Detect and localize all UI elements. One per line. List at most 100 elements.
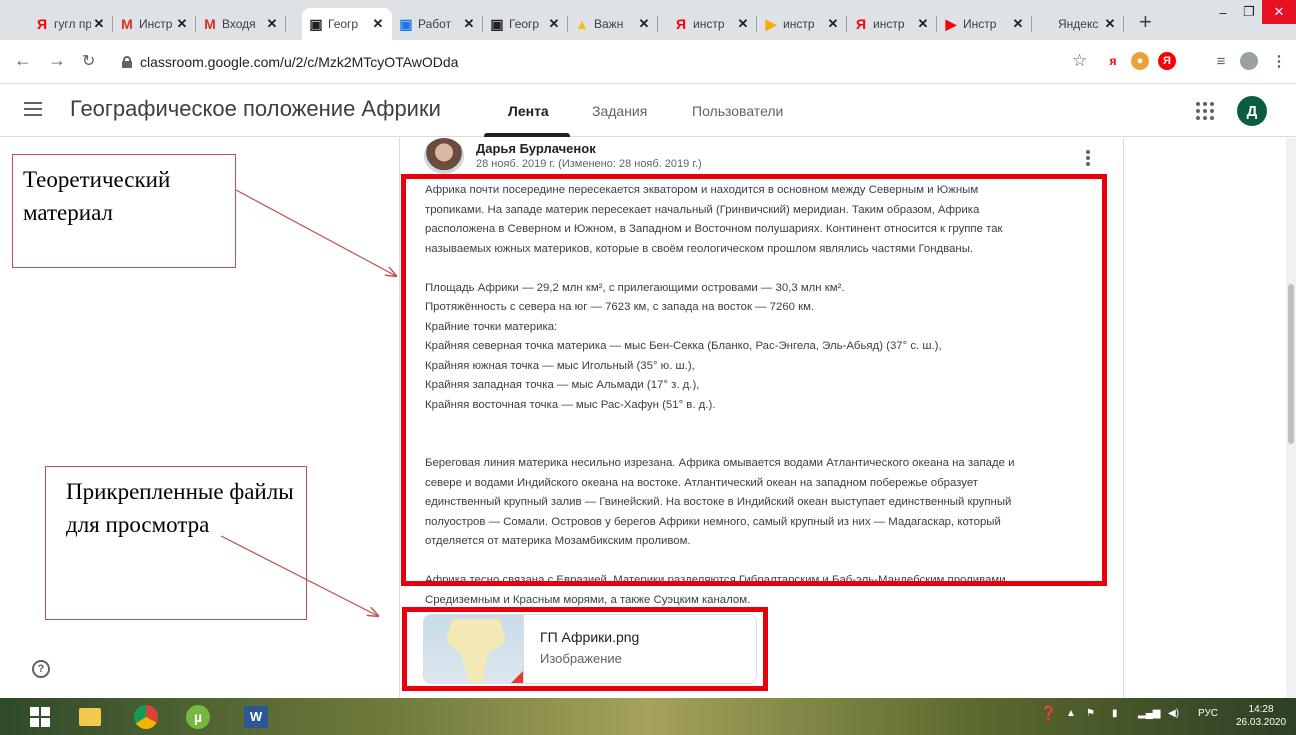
browser-tab[interactable]: ▲ Важн ✕ — [568, 8, 658, 40]
course-title: Географическое положение Африки — [70, 96, 441, 121]
volume-icon[interactable]: ◀) — [1168, 708, 1179, 719]
close-window-button[interactable]: ✕ — [1262, 0, 1296, 24]
yandex-browser-icon[interactable]: Я — [1158, 52, 1176, 70]
browser-tab[interactable]: Яндекс ✕ — [1032, 8, 1124, 40]
tab-close-icon[interactable]: ✕ — [915, 16, 931, 32]
tab-assignments[interactable]: Задания — [592, 103, 647, 119]
tab-favicon-icon: Я — [675, 16, 687, 32]
tab-favicon-icon — [1038, 16, 1054, 32]
file-explorer-icon[interactable] — [72, 701, 108, 732]
tab-close-icon[interactable]: ✕ — [370, 16, 386, 32]
clock-date: 26.03.2020 — [1236, 717, 1287, 728]
utorrent-taskbar-icon[interactable]: µ — [180, 701, 216, 732]
reload-icon[interactable]: ↻ — [82, 51, 95, 71]
signal-icon[interactable]: ▂▄▆ — [1138, 708, 1160, 719]
tab-favicon-icon: Я — [36, 16, 48, 32]
tab-close-icon[interactable]: ✕ — [91, 16, 107, 32]
back-arrow-icon[interactable]: ← — [14, 50, 32, 71]
tab-title: Работ — [418, 17, 452, 31]
theory-highlight-box — [401, 174, 1107, 586]
browser-tab[interactable]: M Входя ✕ — [196, 8, 286, 40]
tab-close-icon[interactable]: ✕ — [825, 16, 841, 32]
tab-favicon-icon: ▣ — [399, 15, 413, 32]
annotation-theory-text: Теоретический материал — [23, 167, 171, 225]
word-taskbar-icon[interactable]: W — [238, 701, 274, 732]
tab-title: Геогр — [328, 17, 359, 31]
tab-close-icon[interactable]: ✕ — [1102, 16, 1118, 32]
browser-tab[interactable]: Яинстр ✕ — [667, 8, 757, 40]
chrome-taskbar-icon[interactable] — [128, 701, 164, 732]
help-icon[interactable]: ? — [32, 660, 50, 678]
more-options-icon[interactable] — [1086, 150, 1090, 166]
tab-close-icon[interactable]: ✕ — [174, 16, 190, 32]
tab-favicon-icon: ▶ — [765, 15, 777, 32]
windows-taskbar: µ W ❓ ▲ ⚑ ▮ ▂▄▆ ◀) РУС 14:28 26.03.2020 — [0, 698, 1296, 735]
maximize-button[interactable]: ❐ — [1238, 0, 1260, 24]
tab-title: Геогр — [509, 17, 540, 31]
tab-title: Инстр — [963, 17, 997, 31]
notification-icon[interactable]: ⚑ — [1086, 708, 1095, 719]
browser-tab[interactable]: ▣ Геогр ✕ — [302, 8, 392, 40]
windows-logo-icon — [30, 706, 50, 727]
clock-time: 14:28 — [1248, 704, 1274, 715]
browser-tab[interactable]: ▣ Работ ✕ — [392, 8, 483, 40]
menu-icon[interactable] — [24, 102, 42, 116]
yandex-extension-icon[interactable]: я — [1104, 52, 1122, 70]
address-bar[interactable]: classroom.google.com/u/2/c/Mzk2MTcyOTAwO… — [112, 48, 1112, 76]
tab-title: гугл пр — [54, 17, 91, 31]
tab-favicon-icon: ▶ — [945, 15, 957, 32]
page-scrollbar-thumb[interactable] — [1288, 284, 1294, 444]
tab-people[interactable]: Пользователи — [692, 103, 783, 119]
tab-favicon-icon: M — [204, 16, 216, 32]
browser-tab[interactable]: ▶ Инстр ✕ — [937, 8, 1032, 40]
chrome-menu-icon[interactable]: ⋮ — [1270, 52, 1288, 70]
tab-favicon-icon: Я — [855, 16, 867, 32]
language-indicator[interactable]: РУС — [1198, 708, 1218, 719]
tray-expand-icon[interactable]: ▲ — [1066, 708, 1076, 719]
tab-favicon-icon: M — [121, 16, 133, 32]
reading-list-icon[interactable]: ≡ — [1212, 52, 1230, 70]
profile-avatar-icon[interactable] — [1240, 52, 1258, 70]
tab-title: инстр — [693, 17, 725, 31]
extension-icon[interactable]: ● — [1131, 52, 1149, 70]
tab-feed[interactable]: Лента — [508, 103, 549, 119]
bookmark-star-icon[interactable]: ☆ — [1072, 51, 1087, 71]
post-author: Дарья Бурлаченок — [476, 141, 596, 156]
network-icon[interactable]: ▮ — [1112, 708, 1118, 719]
browser-tab[interactable]: ▣ Геогр ✕ — [483, 8, 568, 40]
forward-arrow-icon[interactable]: → — [48, 50, 66, 71]
tab-close-icon[interactable]: ✕ — [735, 16, 751, 32]
tab-close-icon[interactable]: ✕ — [636, 16, 652, 32]
start-button[interactable] — [22, 701, 58, 732]
url-text: classroom.google.com/u/2/c/Mzk2MTcyOTAwO… — [140, 54, 459, 70]
help-tray-icon[interactable]: ❓ — [1040, 705, 1057, 722]
tab-close-icon[interactable]: ✕ — [461, 16, 477, 32]
tab-close-icon[interactable]: ✕ — [264, 16, 280, 32]
tab-favicon-icon: ▣ — [490, 15, 504, 32]
tab-title: Важн — [594, 17, 624, 31]
tab-favicon-icon: ▣ — [309, 15, 323, 32]
tab-favicon-icon: ▲ — [575, 16, 589, 32]
tab-close-icon[interactable]: ✕ — [1010, 16, 1026, 32]
stream-content: Дарья Бурлаченок 28 нояб. 2019 г. (Измен… — [0, 138, 1296, 698]
new-tab-button[interactable]: + — [1139, 11, 1152, 33]
browser-tab[interactable]: ▶ инстр ✕ — [757, 8, 847, 40]
tab-title: Инстр — [139, 17, 173, 31]
post-date: 28 нояб. 2019 г. (Изменено: 28 нояб. 201… — [476, 158, 702, 170]
minimize-button[interactable]: – — [1208, 0, 1238, 24]
taskbar-clock[interactable]: 14:28 26.03.2020 — [1236, 703, 1286, 729]
annotation-files-text: Прикрепленные файлы для просмотра — [66, 479, 294, 537]
tab-title: Яндекс — [1058, 17, 1099, 31]
tab-title: Входя — [222, 17, 256, 31]
tab-close-icon[interactable]: ✕ — [546, 16, 562, 32]
browser-tab[interactable]: M Инстр ✕ — [113, 8, 196, 40]
browser-tab[interactable]: Яинстр ✕ — [847, 8, 937, 40]
browser-tab[interactable]: Ягугл пр ✕ — [28, 8, 113, 40]
google-apps-icon[interactable] — [1196, 102, 1214, 120]
author-avatar — [424, 138, 464, 174]
tab-title: инстр — [873, 17, 905, 31]
lock-icon — [122, 56, 132, 68]
annotation-theory: Теоретический материал — [12, 154, 236, 268]
account-avatar[interactable]: Д — [1237, 96, 1267, 126]
classroom-header: Географическое положение Африки Лента За… — [0, 85, 1296, 137]
